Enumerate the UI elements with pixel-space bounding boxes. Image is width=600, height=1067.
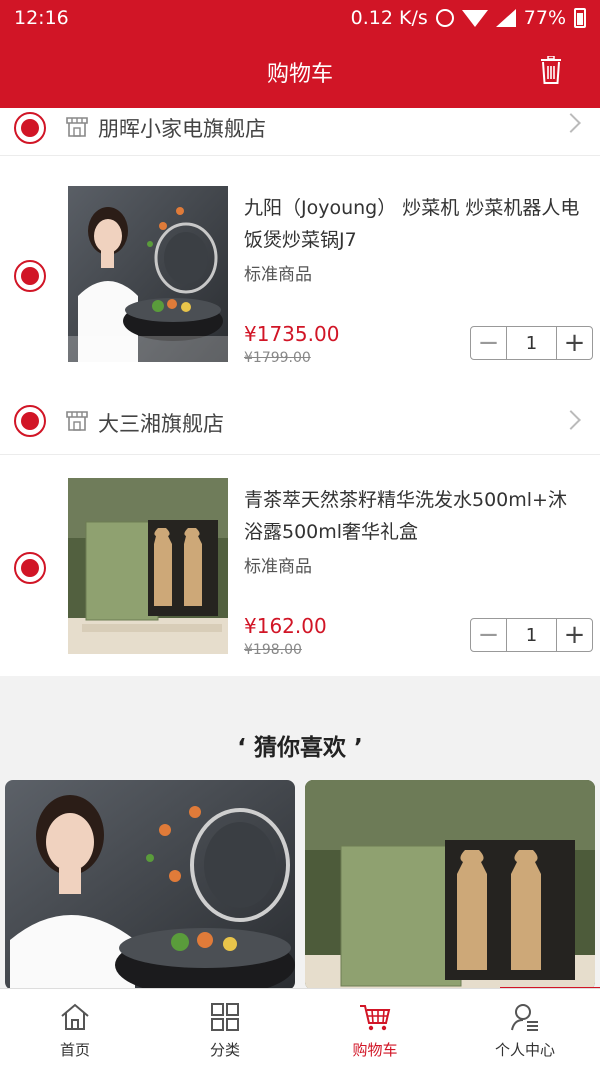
increase-button[interactable]: + bbox=[557, 327, 592, 359]
status-time: 12:16 bbox=[14, 7, 69, 29]
wifi-icon bbox=[461, 9, 488, 27]
battery-icon bbox=[574, 8, 586, 28]
item-price: ¥1735.00 bbox=[244, 322, 340, 346]
recommend-card-cooker[interactable] bbox=[5, 780, 295, 988]
item-title[interactable]: 九阳（Joyoung） 炒菜机 炒菜机器人电饭煲炒菜锅J7 bbox=[244, 192, 584, 256]
store-icon bbox=[66, 117, 88, 137]
bottom-tab-bar: 首页 分类 购物车 个人中心 bbox=[0, 988, 600, 1067]
store-name[interactable]: 朋晖小家电旗舰店 bbox=[98, 113, 266, 143]
tab-home-label: 首页 bbox=[59, 1041, 90, 1059]
store-name[interactable]: 大三湘旗舰店 bbox=[98, 408, 224, 438]
item-spec: 标准商品 bbox=[244, 265, 312, 285]
recommend-card-giftbox[interactable] bbox=[305, 780, 595, 988]
battery-percent: 77% bbox=[523, 7, 566, 29]
quantity-stepper: − 1 + bbox=[470, 618, 593, 652]
quantity-stepper: − 1 + bbox=[470, 326, 593, 360]
product-image-giftbox[interactable] bbox=[68, 478, 228, 654]
recommend-title: ‘ 猜你喜欢 ’ bbox=[237, 735, 363, 761]
store-select-radio[interactable] bbox=[14, 112, 46, 144]
chevron-right-icon[interactable] bbox=[561, 113, 581, 133]
page-title: 购物车 bbox=[266, 62, 333, 87]
item-title[interactable]: 青茶萃天然茶籽精华洗发水500ml+沐浴露500ml奢华礼盒 bbox=[244, 484, 584, 548]
tab-home[interactable]: 首页 bbox=[0, 989, 150, 1067]
store-row[interactable]: 大三湘旗舰店 bbox=[0, 391, 600, 455]
alarm-icon bbox=[435, 9, 454, 27]
store-select-radio[interactable] bbox=[14, 405, 46, 437]
signal-icon bbox=[495, 9, 516, 27]
item-select-radio[interactable] bbox=[14, 260, 46, 292]
tab-profile[interactable]: 个人中心 bbox=[450, 989, 600, 1067]
increase-button[interactable]: + bbox=[557, 619, 592, 651]
recommend-section: ‘ 猜你喜欢 ’ bbox=[0, 676, 600, 988]
cart-content[interactable]: 朋晖小家电旗舰店 九阳（Joyoung） 炒菜机 炒菜机器人电饭煲炒菜锅J7 标… bbox=[0, 108, 600, 988]
tab-category[interactable]: 分类 bbox=[150, 989, 300, 1067]
quantity-value[interactable]: 1 bbox=[506, 619, 557, 651]
item-select-radio[interactable] bbox=[14, 552, 46, 584]
home-icon bbox=[61, 1003, 89, 1030]
tab-category-label: 分类 bbox=[209, 1041, 240, 1059]
trash-icon[interactable] bbox=[540, 56, 562, 84]
quantity-value[interactable]: 1 bbox=[506, 327, 557, 359]
cart-item[interactable]: 九阳（Joyoung） 炒菜机 炒菜机器人电饭煲炒菜锅J7 标准商品 ¥1735… bbox=[0, 164, 600, 400]
cart-icon bbox=[360, 1005, 391, 1031]
item-spec: 标准商品 bbox=[244, 557, 312, 577]
grid-icon bbox=[211, 1003, 239, 1031]
tab-cart-label: 购物车 bbox=[352, 1041, 398, 1059]
item-original-price: ¥1799.00 bbox=[244, 350, 311, 366]
tab-profile-label: 个人中心 bbox=[494, 1041, 555, 1059]
item-price: ¥162.00 bbox=[244, 614, 327, 638]
decrease-button[interactable]: − bbox=[471, 619, 506, 651]
app-header: 购物车 bbox=[0, 36, 600, 108]
product-image-cooker[interactable] bbox=[68, 186, 228, 362]
user-icon bbox=[511, 1004, 538, 1031]
decrease-button[interactable]: − bbox=[471, 327, 506, 359]
net-speed: 0.12 K/s bbox=[350, 7, 428, 29]
cart-item[interactable]: 青茶萃天然茶籽精华洗发水500ml+沐浴露500ml奢华礼盒 标准商品 ¥162… bbox=[0, 456, 600, 692]
status-bar: 12:16 0.12 K/s 77% bbox=[0, 0, 600, 36]
tab-cart[interactable]: 购物车 bbox=[300, 989, 450, 1067]
store-row[interactable]: 朋晖小家电旗舰店 bbox=[0, 108, 600, 156]
item-original-price: ¥198.00 bbox=[244, 642, 302, 658]
chevron-right-icon[interactable] bbox=[561, 410, 581, 430]
store-icon bbox=[66, 411, 88, 431]
